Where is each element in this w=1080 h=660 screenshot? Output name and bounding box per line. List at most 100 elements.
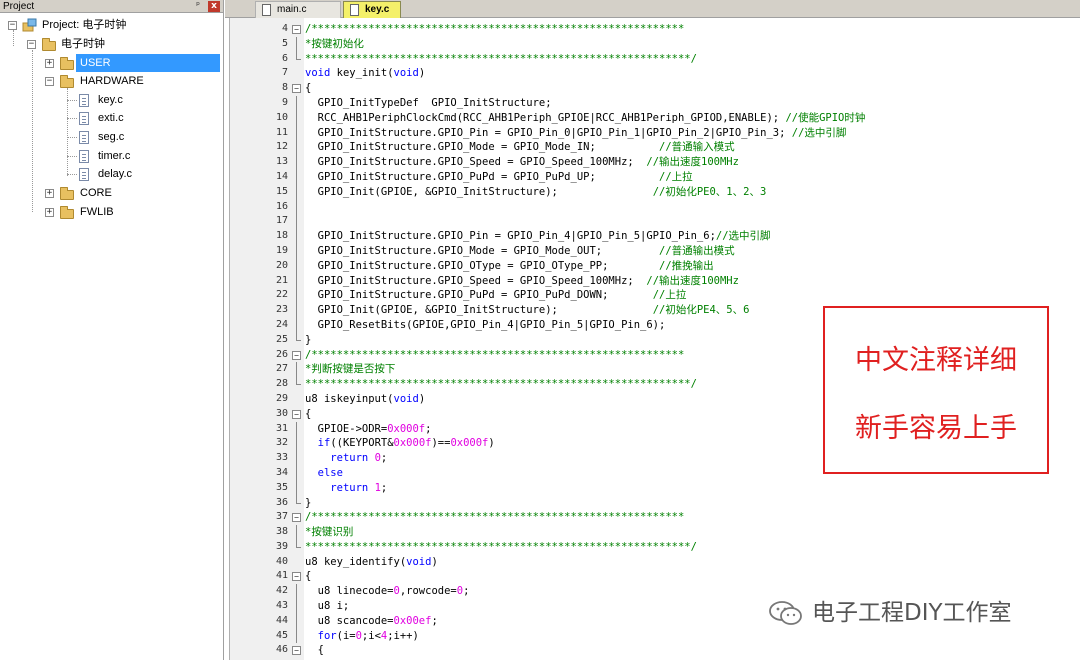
fold-end-guide [296, 495, 301, 504]
code-line[interactable]: 36} [230, 495, 1080, 511]
tree-item-file[interactable]: timer.c [0, 147, 224, 165]
tree-item-project-root[interactable]: − Project: 电子时钟 [0, 16, 224, 34]
code-text: void key_init(void) [305, 67, 426, 80]
project-panel: Project ᵖ x − Project: 电子时钟 − 电子时钟 + USE… [0, 0, 224, 660]
fold-guide [296, 362, 297, 378]
tree-item-fwlib[interactable]: + FWLIB [0, 203, 224, 221]
tab-main-c[interactable]: main.c [255, 1, 341, 18]
line-number: 46 [275, 644, 288, 656]
code-line[interactable]: 40 u8 key_identify(void) [230, 555, 1080, 570]
expand-icon[interactable]: + [45, 208, 54, 217]
line-number: 23 [275, 304, 288, 316]
fold-guide [296, 465, 297, 481]
code-line[interactable]: 14 GPIO_InitStructure.GPIO_PuPd = GPIO_P… [230, 169, 1080, 185]
line-number: 38 [275, 526, 288, 538]
fold-guide [296, 155, 297, 170]
code-line[interactable]: 11 GPIO_InitStructure.GPIO_Pin = GPIO_Pi… [230, 125, 1080, 141]
fold-toggle-icon[interactable]: − [292, 25, 301, 34]
code-line[interactable]: 35 return 1; [230, 480, 1080, 496]
tab-key-c[interactable]: key.c [343, 1, 401, 18]
code-line[interactable]: 8−{ [230, 81, 1080, 96]
tree-item-file[interactable]: key.c [0, 91, 224, 109]
code-line[interactable]: 21 GPIO_InitStructure.GPIO_Speed = GPIO_… [230, 273, 1080, 289]
close-panel-button[interactable]: x [208, 1, 220, 12]
fold-guide [296, 229, 297, 244]
tree-item-file[interactable]: exti.c [0, 109, 224, 127]
collapse-icon[interactable]: − [8, 21, 17, 30]
line-number: 43 [275, 600, 288, 612]
fold-guide [296, 140, 297, 156]
line-number: 24 [275, 318, 288, 330]
collapse-icon[interactable]: − [27, 40, 36, 49]
code-text: u8 scancode=0x00ef; [305, 614, 438, 627]
code-line[interactable]: 38 *按键识别 [230, 525, 1080, 540]
line-number: 25 [275, 333, 288, 345]
fold-toggle-icon[interactable]: − [292, 409, 301, 419]
fold-guide [296, 199, 297, 215]
fold-guide [296, 480, 297, 496]
fold-toggle-icon[interactable]: − [292, 513, 301, 523]
line-number: 33 [275, 452, 288, 464]
code-text: { [305, 82, 312, 95]
tree-item-file[interactable]: delay.c [0, 165, 224, 183]
code-text: return 1; [330, 481, 388, 494]
code-line[interactable]: 9 GPIO_InitTypeDef GPIO_InitStructure; [230, 95, 1080, 111]
fold-guide [296, 451, 297, 466]
fold-end-guide [296, 51, 301, 60]
code-text: GPIO_InitStructure.GPIO_PuPd = GPIO_PuPd… [305, 289, 687, 302]
expand-icon[interactable]: + [45, 59, 54, 68]
line-number: 17 [275, 215, 288, 227]
line-number: 22 [275, 289, 288, 301]
fold-guide [296, 110, 297, 126]
tree-item-core[interactable]: + CORE [0, 184, 224, 202]
code-line[interactable]: 39 **************************************… [230, 539, 1080, 555]
code-text: GPIOE->ODR=0x000f; [305, 422, 432, 435]
code-line[interactable]: 22 GPIO_InitStructure.GPIO_PuPd = GPIO_P… [230, 288, 1080, 304]
code-line[interactable]: 6 ***************************************… [230, 51, 1080, 67]
code-line[interactable]: 20 GPIO_InitStructure.GPIO_OType = GPIO_… [230, 258, 1080, 274]
line-number: 29 [275, 392, 288, 404]
collapse-icon[interactable]: − [45, 77, 54, 86]
folder-icon [60, 187, 74, 200]
code-line[interactable]: 4−/*************************************… [230, 22, 1080, 37]
code-line[interactable]: 15 GPIO_Init(GPIOE, &GPIO_InitStructure)… [230, 184, 1080, 200]
fold-guide [296, 184, 297, 200]
line-number: 8 [281, 82, 288, 94]
tree-item-file[interactable]: seg.c [0, 128, 224, 146]
code-text: ****************************************… [305, 378, 697, 391]
code-line[interactable]: 45 for(i=0;i<4;i++) [230, 628, 1080, 644]
tab-label: key.c [365, 4, 390, 15]
code-text: GPIO_InitStructure.GPIO_Pin = GPIO_Pin_0… [305, 126, 847, 139]
code-text: GPIO_InitStructure.GPIO_OType = GPIO_OTy… [305, 259, 714, 272]
code-line[interactable]: 10 RCC_AHB1PeriphClockCmd(RCC_AHB1Periph… [230, 110, 1080, 126]
fold-toggle-icon[interactable]: − [292, 350, 301, 360]
line-number: 10 [275, 111, 288, 123]
code-line[interactable]: 41−{ [230, 569, 1080, 584]
code-line[interactable]: 12 GPIO_InitStructure.GPIO_Mode = GPIO_M… [230, 140, 1080, 156]
fold-toggle-icon[interactable]: − [292, 572, 301, 582]
code-line[interactable]: 19 GPIO_InitStructure.GPIO_Mode = GPIO_M… [230, 243, 1080, 259]
code-line[interactable]: 16 [230, 199, 1080, 215]
pin-icon[interactable]: ᵖ [193, 1, 203, 12]
code-text: if((KEYPORT&0x000f)==0x000f) [317, 437, 495, 450]
code-line[interactable]: 18 GPIO_InitStructure.GPIO_Pin = GPIO_Pi… [230, 229, 1080, 244]
project-panel-title: Project [3, 1, 35, 12]
code-text: GPIO_InitStructure.GPIO_Speed = GPIO_Spe… [305, 156, 739, 169]
line-number: 34 [275, 466, 288, 478]
fold-toggle-icon[interactable]: − [292, 646, 301, 656]
code-line[interactable]: 37−/************************************… [230, 510, 1080, 525]
code-text: u8 linecode=0,rowcode=0; [305, 585, 470, 598]
tree-item-hardware[interactable]: − HARDWARE [0, 72, 224, 90]
fold-guide [296, 613, 297, 629]
fold-toggle-icon[interactable]: − [292, 84, 301, 94]
code-line[interactable]: 7 void key_init(void) [230, 66, 1080, 81]
tree-item-user[interactable]: + USER [0, 54, 224, 72]
tree-item-target[interactable]: − 电子时钟 [0, 35, 224, 53]
code-text: for(i=0;i<4;i++) [317, 629, 419, 642]
code-line[interactable]: 17 [230, 214, 1080, 230]
code-line[interactable]: 13 GPIO_InitStructure.GPIO_Speed = GPIO_… [230, 155, 1080, 170]
line-number: 39 [275, 540, 288, 552]
code-line[interactable]: 5 *按键初始化 [230, 36, 1080, 52]
code-line[interactable]: 46− { [230, 643, 1080, 658]
expand-icon[interactable]: + [45, 189, 54, 198]
